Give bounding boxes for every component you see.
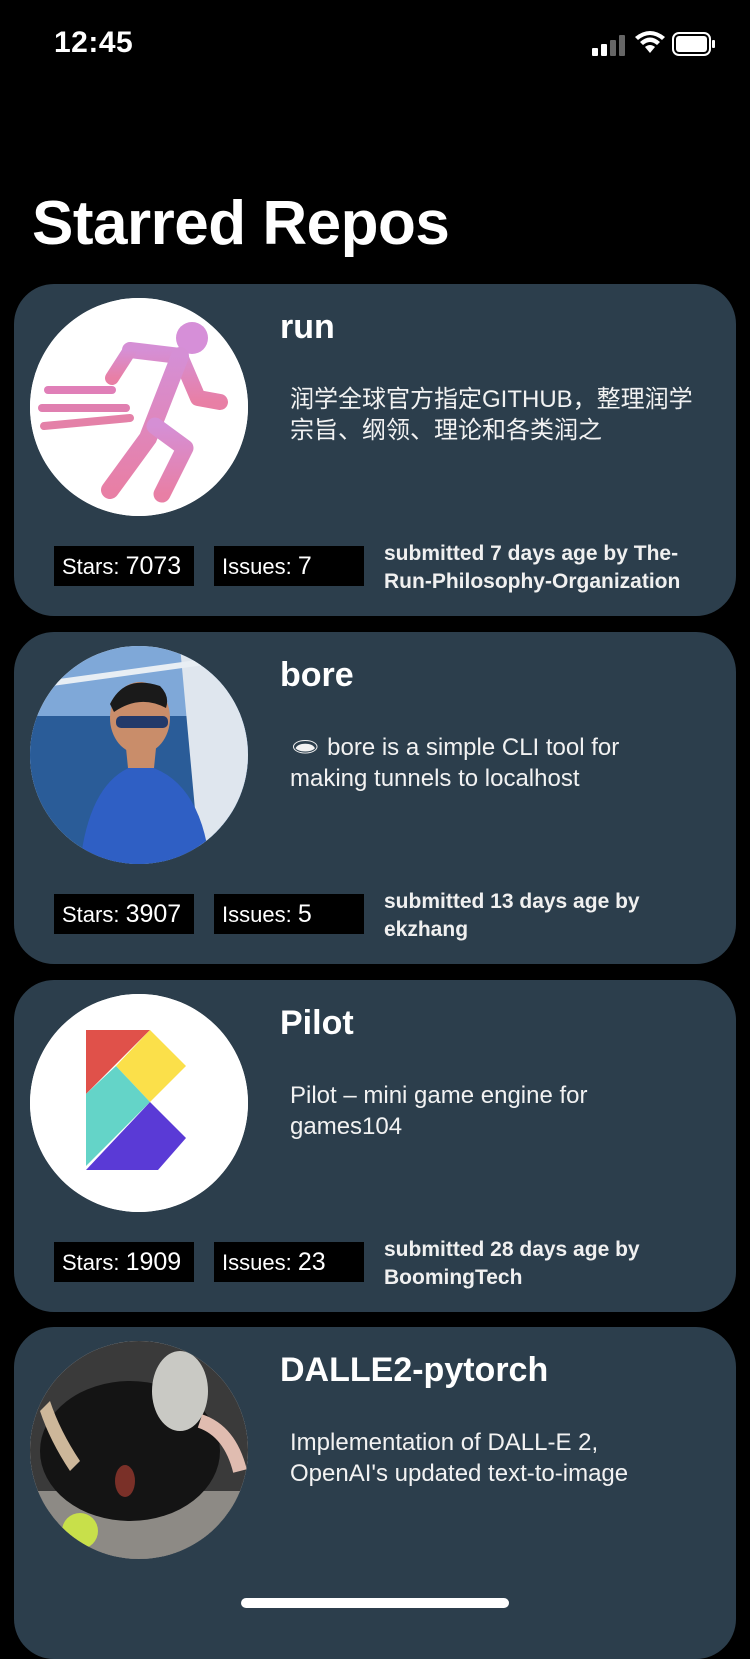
stars-label: Stars: — [62, 1250, 126, 1275]
repo-description: Pilot – mini game engine for games104 — [290, 1082, 588, 1140]
person-photo — [30, 646, 248, 864]
repo-card-pilot[interactable]: Pilot Pilot – mini game engine for games… — [14, 980, 736, 1312]
stars-badge: Stars: 1909 — [54, 1242, 194, 1282]
page-title: Starred Repos — [32, 189, 450, 258]
issues-label: Issues: — [222, 554, 298, 579]
issues-count: 7 — [297, 552, 312, 580]
issues-badge: Issues: 23 — [214, 1242, 364, 1282]
stars-badge: Stars: 7073 — [54, 546, 194, 586]
stars-label: Stars: — [62, 902, 126, 927]
cellular-signal-icon — [592, 34, 626, 56]
issues-badge: Issues: 5 — [214, 894, 364, 934]
repo-card-bore[interactable]: bore 🕳 bore is a simple CLI tool for mak… — [14, 632, 736, 964]
repo-card-dalle2-pytorch[interactable]: DALLE2-pytorch Implementation of DALL-E … — [14, 1327, 736, 1659]
issues-label: Issues: — [222, 1250, 298, 1275]
repo-description: Implementation of DALL-E 2, OpenAI's upd… — [290, 1429, 629, 1487]
repo-name: run — [280, 308, 335, 346]
repo-name: DALLE2-pytorch — [280, 1351, 549, 1389]
status-time: 12:45 — [54, 26, 134, 59]
dog-photo — [30, 1341, 248, 1559]
issues-count: 23 — [297, 1248, 326, 1276]
repo-description: 🕳 bore is a simple CLI tool for making t… — [290, 734, 620, 792]
repo-name: bore — [280, 656, 354, 694]
pilot-logo — [30, 994, 248, 1212]
submitted-text: submitted 7 days age by The-Run-Philosop… — [384, 542, 681, 593]
submitted-text: submitted 13 days age by ekzhang — [384, 890, 640, 941]
status-bar: 12:45 — [0, 0, 750, 90]
repo-card-run[interactable]: run 润学全球官方指定GITHUB，整理润学宗旨、纲领、理论和各类润之 Sta… — [14, 284, 736, 616]
stars-count: 1909 — [125, 1248, 182, 1276]
running-person-icon — [30, 298, 248, 516]
stars-label: Stars: — [62, 554, 126, 579]
repo-description: 润学全球官方指定GITHUB，整理润学宗旨、纲领、理论和各类润之 — [290, 386, 693, 444]
repo-name: Pilot — [280, 1004, 354, 1042]
stars-count: 3907 — [125, 900, 182, 928]
battery-icon — [672, 32, 715, 56]
home-indicator[interactable] — [241, 1598, 509, 1608]
issues-count: 5 — [297, 900, 312, 928]
submitted-text: submitted 28 days age by BoomingTech — [384, 1238, 640, 1289]
stars-count: 7073 — [125, 552, 182, 580]
issues-label: Issues: — [222, 902, 298, 927]
wifi-icon — [635, 31, 665, 53]
issues-badge: Issues: 7 — [214, 546, 364, 586]
stars-badge: Stars: 3907 — [54, 894, 194, 934]
